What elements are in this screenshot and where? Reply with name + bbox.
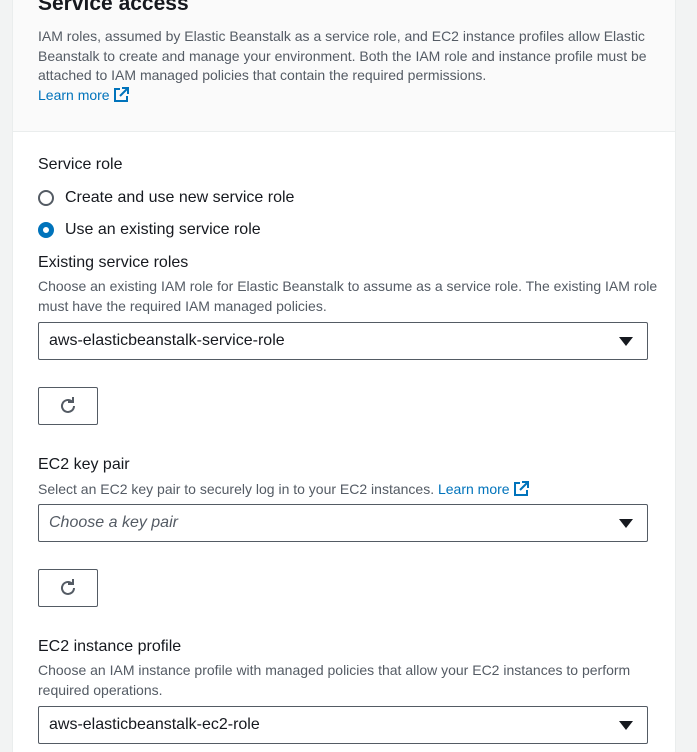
- radio-label: Create and use new service role: [65, 189, 295, 206]
- key-pair-description-text: Select an EC2 key pair to securely log i…: [38, 481, 435, 497]
- key-pair-label: EC2 key pair: [38, 456, 130, 473]
- select-placeholder: Choose a key pair: [49, 514, 178, 531]
- description-text: IAM roles, assumed by Elastic Beanstalk …: [38, 28, 647, 83]
- instance-profile-label: EC2 instance profile: [38, 638, 182, 655]
- radio-use-existing-role[interactable]: Use an existing service role: [38, 219, 261, 241]
- existing-roles-description: Choose an existing IAM role for Elastic …: [38, 278, 658, 314]
- panel-header: Service access IAM roles, assumed by Ela…: [13, 0, 675, 132]
- select-value: aws-elasticbeanstalk-ec2-role: [49, 716, 260, 733]
- refresh-key-pairs-button[interactable]: [38, 569, 98, 607]
- refresh-icon: [61, 579, 75, 595]
- key-pair-description: Select an EC2 key pair to securely log i…: [38, 480, 658, 500]
- radio-button-selected[interactable]: [38, 222, 54, 238]
- service-access-panel: Service access IAM roles, assumed by Ela…: [12, 0, 676, 752]
- caret-down-icon: [619, 337, 633, 346]
- learn-more-link[interactable]: Learn more: [38, 86, 130, 103]
- external-link-icon: [113, 86, 129, 102]
- key-pair-select[interactable]: Choose a key pair: [38, 504, 648, 542]
- radio-button[interactable]: [38, 190, 54, 206]
- learn-more-label: Learn more: [38, 86, 110, 103]
- radio-create-new-role[interactable]: Create and use new service role: [38, 187, 294, 209]
- section-title: Service access: [38, 0, 189, 15]
- caret-down-icon: [619, 519, 633, 528]
- instance-profile-description: Choose an IAM instance profile with mana…: [38, 662, 631, 698]
- section-description: IAM roles, assumed by Elastic Beanstalk …: [38, 27, 653, 105]
- learn-more-label: Learn more: [437, 481, 510, 497]
- refresh-icon: [61, 397, 75, 413]
- existing-roles-label: Existing service roles: [38, 254, 189, 271]
- service-role-label: Service role: [38, 156, 123, 173]
- select-value: aws-elasticbeanstalk-service-role: [49, 332, 285, 349]
- key-pair-learn-more-link[interactable]: Learn more: [438, 481, 530, 497]
- caret-down-icon: [619, 721, 633, 730]
- instance-profile-select[interactable]: aws-elasticbeanstalk-ec2-role: [38, 706, 648, 744]
- existing-roles-select[interactable]: aws-elasticbeanstalk-service-role: [38, 322, 648, 360]
- external-link-icon: [513, 481, 529, 496]
- radio-label: Use an existing service role: [65, 221, 261, 238]
- refresh-roles-button[interactable]: [38, 387, 98, 425]
